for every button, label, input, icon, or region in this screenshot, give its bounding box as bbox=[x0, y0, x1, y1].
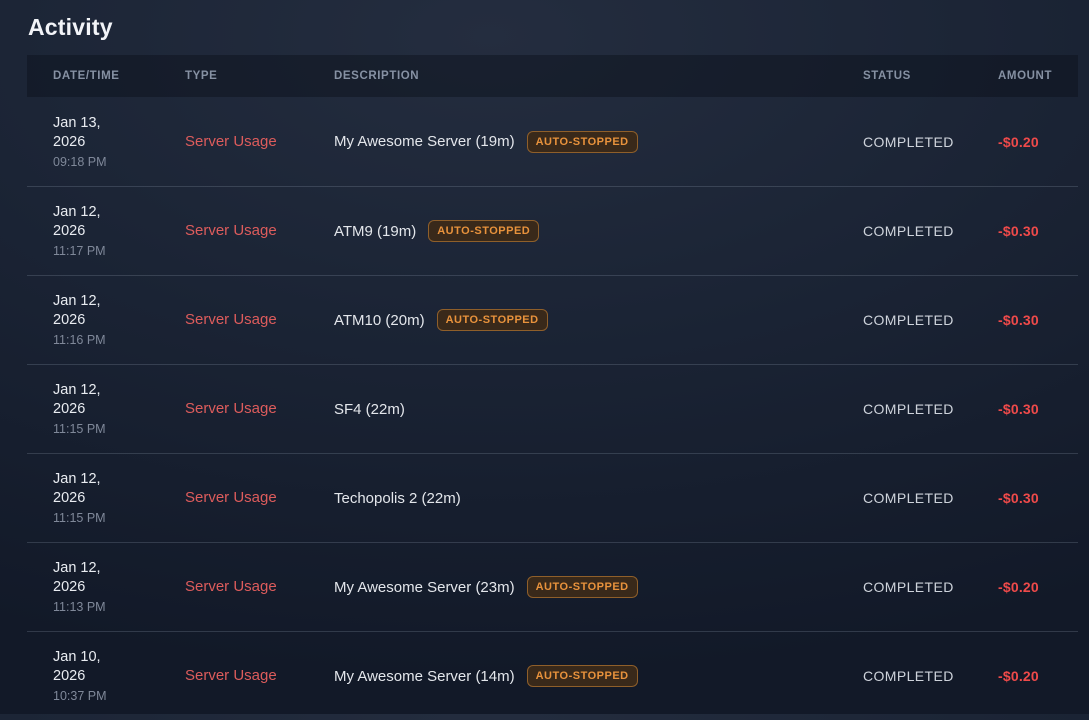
date-line1: Jan 12, bbox=[53, 381, 185, 400]
type-link[interactable]: Server Usage bbox=[185, 222, 277, 239]
table-row: Jan 12, 2026 11:13 PM Server Usage My Aw… bbox=[27, 542, 1078, 631]
description-text: SF4 (22m) bbox=[334, 401, 405, 418]
type-link[interactable]: Server Usage bbox=[185, 667, 277, 684]
date-line1: Jan 12, bbox=[53, 470, 185, 489]
status-text: COMPLETED bbox=[863, 668, 998, 684]
time-text: 11:13 PM bbox=[53, 600, 185, 615]
time-text: 11:17 PM bbox=[53, 244, 185, 259]
table-row: Jan 12, 2026 11:17 PM Server Usage ATM9 … bbox=[27, 186, 1078, 275]
amount-text: -$0.30 bbox=[998, 312, 1078, 328]
header-cell-datetime: DATE/TIME bbox=[53, 70, 185, 82]
description-text: ATM9 (19m) bbox=[334, 223, 416, 240]
date-line2: 2026 bbox=[53, 667, 185, 686]
date-cell: Jan 12, 2026 11:17 PM bbox=[53, 203, 185, 259]
type-link[interactable]: Server Usage bbox=[185, 400, 277, 417]
time-text: 11:15 PM bbox=[53, 422, 185, 437]
auto-stopped-badge: AUTO-STOPPED bbox=[527, 576, 638, 598]
date-line2: 2026 bbox=[53, 578, 185, 597]
amount-text: -$0.30 bbox=[998, 401, 1078, 417]
date-cell: Jan 10, 2026 10:37 PM bbox=[53, 648, 185, 704]
auto-stopped-badge: AUTO-STOPPED bbox=[428, 220, 539, 242]
status-text: COMPLETED bbox=[863, 223, 998, 239]
auto-stopped-badge: AUTO-STOPPED bbox=[437, 309, 548, 331]
time-text: 11:16 PM bbox=[53, 333, 185, 348]
amount-text: -$0.20 bbox=[998, 668, 1078, 684]
type-link[interactable]: Server Usage bbox=[185, 133, 277, 150]
table-row: Jan 12, 2026 11:15 PM Server Usage Techo… bbox=[27, 453, 1078, 542]
status-text: COMPLETED bbox=[863, 312, 998, 328]
date-line1: Jan 12, bbox=[53, 292, 185, 311]
time-text: 09:18 PM bbox=[53, 155, 185, 170]
description-cell: ATM10 (20m) AUTO-STOPPED bbox=[334, 309, 863, 331]
time-text: 10:37 PM bbox=[53, 689, 185, 704]
activity-table: DATE/TIME TYPE DESCRIPTION STATUS AMOUNT… bbox=[27, 55, 1078, 720]
status-text: COMPLETED bbox=[863, 401, 998, 417]
date-cell: Jan 12, 2026 11:15 PM bbox=[53, 470, 185, 526]
description-cell: SF4 (22m) bbox=[334, 401, 863, 418]
time-text: 11:15 PM bbox=[53, 511, 185, 526]
table-row: Jan 12, 2026 11:16 PM Server Usage ATM10… bbox=[27, 275, 1078, 364]
table-row: Jan 13, 2026 09:18 PM Server Usage My Aw… bbox=[27, 97, 1078, 186]
description-cell: Techopolis 2 (22m) bbox=[334, 490, 863, 507]
date-line2: 2026 bbox=[53, 489, 185, 508]
description-text: My Awesome Server (23m) bbox=[334, 579, 515, 596]
page-title: Activity bbox=[0, 0, 1089, 41]
header-cell-description: DESCRIPTION bbox=[334, 70, 863, 82]
description-cell: ATM9 (19m) AUTO-STOPPED bbox=[334, 220, 863, 242]
description-cell: My Awesome Server (19m) AUTO-STOPPED bbox=[334, 131, 863, 153]
description-text: Techopolis 2 (22m) bbox=[334, 490, 461, 507]
status-text: COMPLETED bbox=[863, 490, 998, 506]
auto-stopped-badge: AUTO-STOPPED bbox=[527, 665, 638, 687]
amount-text: -$0.20 bbox=[998, 579, 1078, 595]
type-link[interactable]: Server Usage bbox=[185, 578, 277, 595]
date-line1: Jan 12, bbox=[53, 559, 185, 578]
description-text: My Awesome Server (19m) bbox=[334, 133, 515, 150]
status-text: COMPLETED bbox=[863, 579, 998, 595]
date-line1: Jan 13, bbox=[53, 114, 185, 133]
date-line2: 2026 bbox=[53, 400, 185, 419]
date-cell: Jan 13, 2026 09:18 PM bbox=[53, 114, 185, 170]
status-text: COMPLETED bbox=[863, 134, 998, 150]
auto-stopped-badge: AUTO-STOPPED bbox=[527, 131, 638, 153]
amount-text: -$0.30 bbox=[998, 223, 1078, 239]
table-row: Jan 12, 2026 11:15 PM Server Usage SF4 (… bbox=[27, 364, 1078, 453]
date-cell: Jan 12, 2026 11:15 PM bbox=[53, 381, 185, 437]
header-cell-type: TYPE bbox=[185, 70, 334, 82]
description-cell: My Awesome Server (14m) AUTO-STOPPED bbox=[334, 665, 863, 687]
date-line2: 2026 bbox=[53, 311, 185, 330]
description-cell: My Awesome Server (23m) AUTO-STOPPED bbox=[334, 576, 863, 598]
description-text: My Awesome Server (14m) bbox=[334, 668, 515, 685]
table-row: Jan 10, 2026 10:37 PM Server Usage My Aw… bbox=[27, 631, 1078, 720]
amount-text: -$0.20 bbox=[998, 134, 1078, 150]
header-cell-amount: AMOUNT bbox=[998, 70, 1078, 82]
date-line1: Jan 10, bbox=[53, 648, 185, 667]
date-line2: 2026 bbox=[53, 222, 185, 241]
date-cell: Jan 12, 2026 11:13 PM bbox=[53, 559, 185, 615]
date-line2: 2026 bbox=[53, 133, 185, 152]
description-text: ATM10 (20m) bbox=[334, 312, 425, 329]
date-cell: Jan 12, 2026 11:16 PM bbox=[53, 292, 185, 348]
date-line1: Jan 12, bbox=[53, 203, 185, 222]
amount-text: -$0.30 bbox=[998, 490, 1078, 506]
header-cell-status: STATUS bbox=[863, 70, 998, 82]
type-link[interactable]: Server Usage bbox=[185, 489, 277, 506]
type-link[interactable]: Server Usage bbox=[185, 311, 277, 328]
table-header-row: DATE/TIME TYPE DESCRIPTION STATUS AMOUNT bbox=[27, 55, 1078, 97]
